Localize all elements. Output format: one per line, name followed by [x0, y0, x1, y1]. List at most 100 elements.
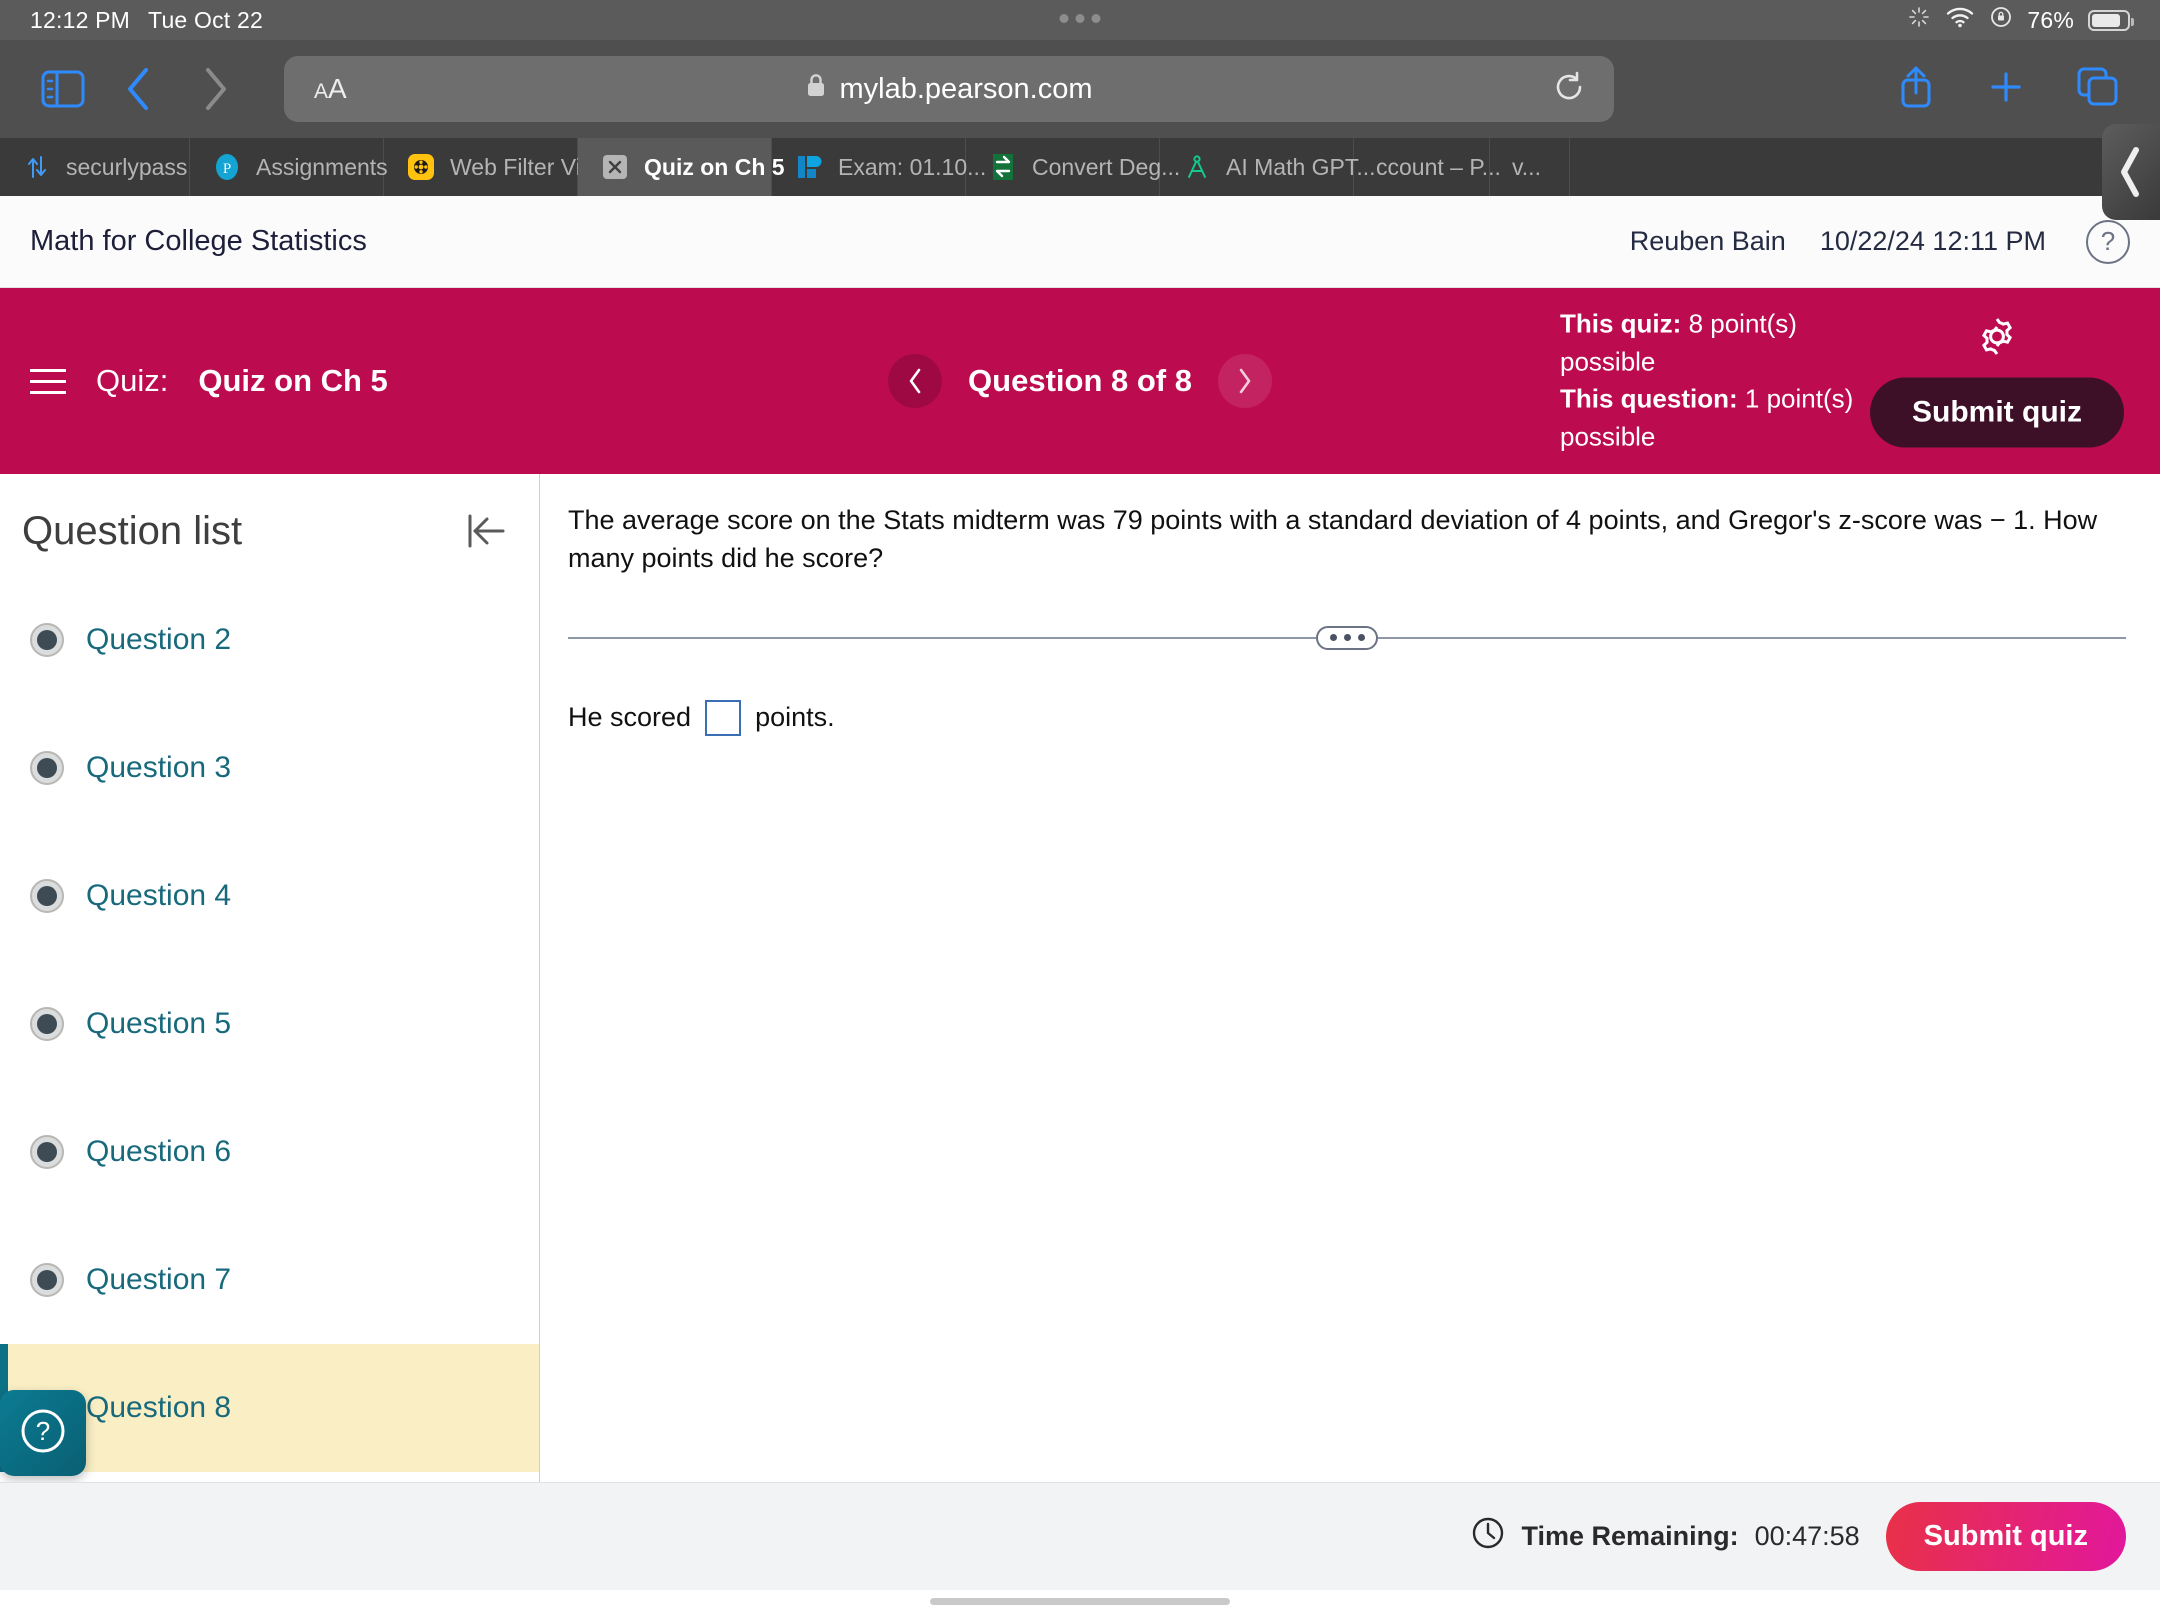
compass-icon	[1182, 152, 1212, 182]
battery-percent: 76%	[2027, 6, 2074, 33]
quiz-toolbar-actions: Submit quiz	[1870, 315, 2124, 448]
address-bar[interactable]: AA mylab.pearson.com	[284, 56, 1614, 122]
gear-icon[interactable]	[1975, 315, 2019, 364]
browser-tab-convert-deg[interactable]: Convert Deg...	[966, 138, 1180, 196]
time-remaining-value: 00:47:58	[1754, 1521, 1860, 1551]
question-points-label: This question:	[1560, 384, 1738, 414]
question-navigator: Question 8 of 8	[888, 354, 1272, 408]
help-floating-button[interactable]: ?	[0, 1390, 86, 1476]
quiz-body: Question list Question 2 Question 3 Ques…	[0, 474, 2160, 1482]
plus-icon[interactable]	[1986, 67, 2026, 112]
question-points-line: This question: 1 point(s) possible	[1560, 381, 1890, 456]
browser-tab-bar: securlypass P Assignments Web Filter Vi.…	[0, 138, 2160, 196]
question-list-item-3[interactable]: Question 3	[0, 704, 539, 832]
share-icon[interactable]	[1896, 63, 1936, 116]
dot	[1075, 14, 1085, 23]
answered-dot-icon	[30, 1135, 64, 1169]
answer-input[interactable]	[705, 699, 742, 736]
browser-toolbar: AA mylab.pearson.com	[0, 40, 2160, 220]
quiz-points-line: This quiz: 8 point(s) possible	[1560, 306, 1890, 381]
time-remaining-label: Time Remaining:	[1521, 1521, 1739, 1551]
sidebar-toggle-icon[interactable]	[30, 56, 96, 122]
web-filter-icon	[406, 152, 436, 182]
text-size-button[interactable]: AA	[314, 73, 347, 105]
answered-dot-icon	[30, 1007, 64, 1041]
question-list-item-4[interactable]: Question 4	[0, 832, 539, 960]
tab-label: Assignments	[256, 153, 388, 180]
status-bar-right: 76%	[1907, 5, 2134, 35]
back-chevron-icon[interactable]	[106, 56, 172, 122]
quiz-label: Quiz:	[96, 363, 169, 398]
quiz-points-label: This quiz:	[1560, 308, 1682, 339]
browser-tab-assignments[interactable]: P Assignments	[190, 138, 388, 196]
question-panel: The average score on the Stats midterm w…	[540, 474, 2160, 1482]
tab-label: securlypass	[66, 153, 188, 180]
collapse-panel-left-icon[interactable]	[461, 508, 509, 554]
pearson-p-icon: P	[212, 152, 242, 182]
page-title: Math for College Statistics	[30, 225, 367, 257]
next-question-button[interactable]	[1217, 354, 1272, 408]
question-list-header: Question list	[0, 474, 539, 576]
browser-tab-overflow[interactable]: v...	[1490, 138, 1570, 196]
browser-tab-exam[interactable]: Exam: 01.10...	[772, 138, 986, 196]
status-bar-left: 12:12 PM Tue Oct 22	[30, 7, 263, 34]
home-indicator	[0, 1590, 2160, 1612]
browser-tab-account[interactable]: ccount – P...	[1354, 138, 1501, 196]
tab-label: v...	[1512, 153, 1541, 180]
question-list-item-label: Question 2	[86, 623, 232, 656]
submit-quiz-button-top[interactable]: Submit quiz	[1870, 377, 2124, 448]
question-list-item-7[interactable]: Question 7	[0, 1216, 539, 1344]
tab-overview-icon[interactable]	[2076, 66, 2120, 113]
answered-dot-icon	[30, 751, 64, 785]
browser-tab-securlypass[interactable]: securlypass	[0, 138, 190, 196]
course-header-right: Reuben Bain 10/22/24 12:11 PM ?	[1629, 219, 2130, 264]
status-time: 12:12 PM	[30, 6, 131, 33]
question-list-title: Question list	[22, 508, 243, 553]
question-mark-circle-icon: ?	[16, 1404, 70, 1463]
question-list-item-2[interactable]: Question 2	[0, 576, 539, 704]
drag-handle-dots-icon[interactable]	[1316, 625, 1378, 650]
tab-label: Quiz on Ch 5	[644, 153, 785, 180]
browser-tab-web-filter[interactable]: Web Filter Vi...	[384, 138, 600, 196]
previous-question-button[interactable]	[888, 354, 943, 408]
question-list-item-5[interactable]: Question 5	[0, 960, 539, 1088]
quiz-name: Quiz on Ch 5	[198, 363, 388, 398]
answer-prefix-label: He scored	[568, 702, 692, 733]
submit-quiz-button-bottom[interactable]: Submit quiz	[1885, 1502, 2126, 1571]
user-name: Reuben Bain	[1629, 226, 1786, 256]
quiz-toolbar-left: Quiz: Quiz on Ch 5	[0, 363, 388, 399]
clock-icon	[1470, 1515, 1506, 1558]
answer-row: He scored points.	[568, 699, 2126, 736]
hamburger-menu-icon[interactable]	[30, 368, 66, 394]
tab-label: Convert Deg...	[1032, 153, 1181, 180]
reload-icon[interactable]	[1552, 70, 1586, 109]
address-bar-content: mylab.pearson.com	[805, 72, 1093, 106]
x-box-icon	[600, 152, 630, 182]
status-date: Tue Oct 22	[148, 6, 263, 33]
url-text: mylab.pearson.com	[839, 72, 1093, 105]
dot	[1059, 14, 1069, 23]
question-list-item-label: Question 5	[86, 1007, 232, 1040]
dynamic-island-dots	[1059, 14, 1101, 23]
question-list-item-label: Question 7	[86, 1263, 232, 1296]
question-mark-circle-icon[interactable]: ?	[2086, 219, 2130, 264]
question-list-item-6[interactable]: Question 6	[0, 1088, 539, 1216]
browser-toolbar-right	[1896, 63, 2130, 116]
rotation-lock-icon	[1989, 5, 2013, 35]
exam-icon	[794, 152, 824, 182]
ios-status-bar: 12:12 PM Tue Oct 22 76%	[0, 0, 2160, 40]
question-list-item-label: Question 4	[86, 879, 232, 912]
tab-label: Exam: 01.10...	[838, 153, 987, 180]
svg-text:P: P	[223, 161, 231, 177]
browser-tab-ai-math-gpt[interactable]: AI Math GPT...	[1160, 138, 1376, 196]
question-list-sidebar: Question list Question 2 Question 3 Ques…	[0, 474, 540, 1482]
answered-dot-icon	[30, 879, 64, 913]
securly-arrows-icon	[22, 152, 52, 182]
header-timestamp: 10/22/24 12:11 PM	[1819, 226, 2046, 256]
answer-suffix-label: points.	[755, 702, 835, 733]
answered-dot-icon	[30, 623, 64, 657]
question-list-item-label: Question 6	[86, 1135, 232, 1168]
quiz-footer: Time Remaining: 00:47:58 Submit quiz	[0, 1482, 2160, 1590]
page-corner-handle[interactable]	[2102, 124, 2160, 220]
browser-tab-quiz-on-ch-5[interactable]: Quiz on Ch 5	[578, 138, 785, 196]
